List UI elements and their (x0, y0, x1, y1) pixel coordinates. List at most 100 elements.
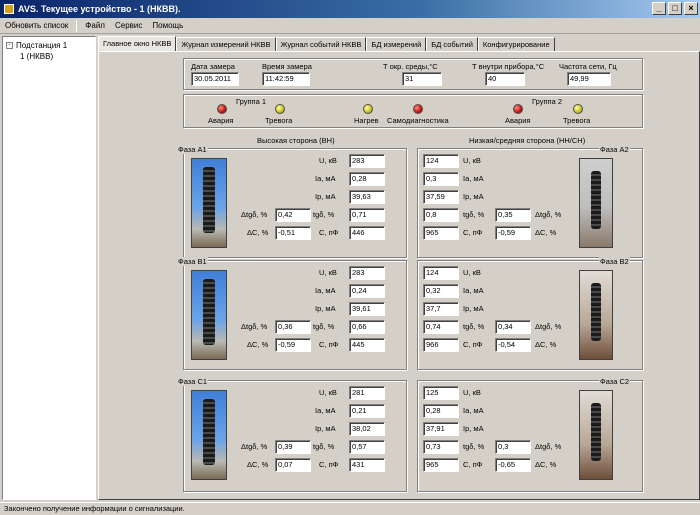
lv-ia-label: Ia, мА (463, 406, 484, 415)
menu-service[interactable]: Сервис (110, 21, 147, 30)
time-label: Время замера (262, 62, 312, 71)
hv-dc-label: ΔС, % (247, 228, 269, 237)
lv-tg-label: tgδ, % (463, 322, 485, 331)
hv-ia-field: 0,21 (349, 404, 385, 418)
hv-dc-field: 0,07 (275, 458, 311, 472)
lv-ip-label: Ip, мА (463, 424, 484, 433)
low-side-caption: Низкая/средняя сторона (НН/СН) (469, 136, 586, 145)
tab-main[interactable]: Главное окно НКВВ (98, 36, 177, 52)
lv-phase-name: Фаза С2 (599, 377, 631, 386)
group1-warning-indicator (275, 104, 285, 114)
hv-tg-label: tgδ, % (313, 442, 335, 451)
lv-bushing-photo (579, 390, 613, 480)
tree-node-substation[interactable]: - Подстанция 1 (6, 40, 92, 51)
group2-warning-label: Тревога (563, 116, 591, 125)
group2-warning-indicator (573, 104, 583, 114)
group2-label: Группа 2 (532, 97, 563, 106)
lv-dtg-label: Δtgδ, % (535, 322, 562, 331)
hv-dc-label: ΔС, % (247, 340, 269, 349)
main-panel: Дата замера 30.05.2011 Время замера 11:4… (98, 51, 700, 500)
tree-node-label[interactable]: 1 (НКВВ) (20, 52, 53, 61)
tab-measure-db[interactable]: БД измерений (366, 37, 427, 52)
lv-tg-field: 0,74 (423, 320, 459, 334)
heating-label: Нагрев (354, 116, 379, 125)
hv-tg-field: 0,66 (349, 320, 385, 334)
lv-ip-label: Ip, мА (463, 304, 484, 313)
lv-u-label: U, кВ (463, 388, 481, 397)
hv-ia-field: 0,24 (349, 284, 385, 298)
hv-dtg-field: 0,42 (275, 208, 311, 222)
lv-bushing-photo (579, 270, 613, 360)
hv-tg-field: 0,57 (349, 440, 385, 454)
group1-alarm-label: Авария (208, 116, 234, 125)
group1-alarm-indicator (217, 104, 227, 114)
app-icon (4, 4, 14, 14)
lv-c-field: 966 (423, 338, 459, 352)
frequency-label: Частота сети, Гц (559, 62, 617, 71)
device-tree[interactable]: - Подстанция 1 1 (НКВВ) (2, 36, 96, 500)
hv-dtg-label: Δtgδ, % (241, 442, 268, 451)
tree-node-label[interactable]: Подстанция 1 (16, 41, 67, 50)
menu-separator (76, 19, 78, 32)
hv-dc-field: -0,51 (275, 226, 311, 240)
hv-c-label: С, пФ (319, 340, 339, 349)
group2-alarm-label: Авария (505, 116, 531, 125)
hv-ip-label: Ip, мА (315, 304, 336, 313)
lv-phase-name: Фаза А2 (599, 145, 630, 154)
hv-bushing-photo (191, 270, 227, 360)
hv-ip-field: 38,02 (349, 422, 385, 436)
device-temp-label: Т внутри прибора,°С (472, 62, 545, 71)
menu-bar: Обновить список Файл Сервис Помощь (0, 18, 700, 34)
tab-event-db[interactable]: БД событий (426, 37, 478, 52)
lv-ip-field: 37,59 (423, 190, 459, 204)
lv-u-label: U, кВ (463, 156, 481, 165)
lv-dc-label: ΔС, % (535, 460, 557, 469)
menu-file[interactable]: Файл (80, 21, 110, 30)
ambient-temp-label: Т окр. среды,°С (383, 62, 438, 71)
lv-ip-field: 37,7 (423, 302, 459, 316)
date-label: Дата замера (191, 62, 235, 71)
window-title: AVS. Текущее устройство - 1 (НКВВ). (18, 4, 181, 14)
refresh-list-button[interactable]: Обновить список (0, 21, 73, 30)
group1-label: Группа 1 (236, 97, 267, 106)
lv-dtg-field: 0,3 (495, 440, 531, 454)
lv-ia-field: 0,3 (423, 172, 459, 186)
hv-phase-name: Фаза А1 (177, 145, 208, 154)
close-button[interactable]: × (684, 2, 698, 15)
hv-ia-label: Ia, мА (315, 174, 336, 183)
hv-ip-field: 39,61 (349, 302, 385, 316)
hv-c-field: 446 (349, 226, 385, 240)
hv-bushing-photo (191, 390, 227, 480)
maximize-button[interactable]: □ (668, 2, 682, 15)
hv-ia-field: 0,28 (349, 172, 385, 186)
lv-tg-label: tgδ, % (463, 210, 485, 219)
collapse-icon[interactable]: - (6, 42, 13, 49)
hv-ia-label: Ia, мА (315, 286, 336, 295)
date-field: 30.05.2011 (191, 72, 239, 86)
lv-u-field: 125 (423, 386, 459, 400)
tab-measure-log[interactable]: Журнал измерений НКВВ (176, 37, 276, 52)
lv-c-label: С, пФ (463, 340, 483, 349)
group2-alarm-indicator (513, 104, 523, 114)
lv-ip-label: Ip, мА (463, 192, 484, 201)
minimize-button[interactable]: _ (652, 2, 666, 15)
hv-tg-field: 0,71 (349, 208, 385, 222)
lv-ia-label: Ia, мА (463, 174, 484, 183)
hv-ip-label: Ip, мА (315, 424, 336, 433)
hv-c-label: С, пФ (319, 460, 339, 469)
hv-dtg-label: Δtgδ, % (241, 210, 268, 219)
lv-ia-label: Ia, мА (463, 286, 484, 295)
hv-u-label: U, кВ (319, 388, 337, 397)
lv-u-label: U, кВ (463, 268, 481, 277)
lv-ia-field: 0,32 (423, 284, 459, 298)
group1-warning-label: Тревога (265, 116, 293, 125)
tab-event-log[interactable]: Журнал событий НКВВ (275, 37, 367, 52)
lv-ia-field: 0,28 (423, 404, 459, 418)
tab-config[interactable]: Конфигурирование (477, 37, 555, 52)
hv-ip-label: Ip, мА (315, 192, 336, 201)
tree-node-device[interactable]: 1 (НКВВ) (6, 51, 92, 62)
hv-dc-field: -0,59 (275, 338, 311, 352)
tab-strip: Главное окно НКВВ Журнал измерений НКВВ … (98, 36, 555, 52)
menu-help[interactable]: Помощь (147, 21, 188, 30)
selfdiag-indicator (413, 104, 423, 114)
